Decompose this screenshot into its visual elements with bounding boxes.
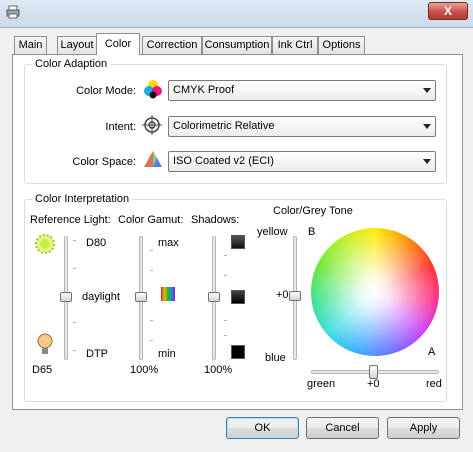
tick [224, 335, 227, 336]
d80-label: D80 [86, 237, 107, 249]
color-space-label: Color Space: [72, 156, 136, 168]
color-mode-label: Color Mode: [76, 85, 136, 97]
a-axis-label: A [428, 346, 436, 358]
grey-tone-label: Color/Grey Tone [273, 205, 353, 217]
yellow-blue-slider-thumb[interactable] [289, 291, 301, 301]
shadow-light-icon [231, 235, 245, 249]
gamut-icon [161, 287, 175, 301]
close-button[interactable]: X [428, 2, 468, 20]
shadows-slider-thumb[interactable] [208, 292, 220, 302]
color-interpretation-title: Color Interpretation [32, 193, 133, 205]
color-space-select[interactable]: ISO Coated v2 (ECI) [168, 151, 436, 172]
tick [73, 240, 76, 241]
ok-button[interactable]: OK [226, 417, 299, 439]
tab-correction[interactable]: Correction [142, 36, 202, 54]
shadows-value: 100% [204, 364, 233, 376]
chevron-down-icon [423, 159, 431, 164]
shadow-dark-icon [231, 345, 245, 359]
gamut-max-label: max [158, 237, 179, 249]
tick [73, 350, 76, 351]
light-bulb-icon [37, 333, 53, 354]
tick [150, 250, 153, 251]
color-space-value: ISO Coated v2 (ECI) [173, 155, 274, 167]
tick [73, 268, 76, 269]
intent-select[interactable]: Colorimetric Relative [168, 116, 436, 137]
tab-main[interactable]: Main [14, 36, 47, 54]
printer-icon [6, 5, 20, 19]
green-label: green [307, 378, 336, 390]
tick [150, 340, 153, 341]
tab-options[interactable]: Options [318, 36, 365, 54]
chevron-down-icon [423, 124, 431, 129]
shadow-mid-icon [231, 290, 245, 304]
shadows-label: Shadows: [191, 214, 240, 226]
color-space-icon [144, 151, 162, 167]
target-icon [142, 115, 162, 135]
red-label: red [426, 378, 442, 390]
tick [224, 275, 227, 276]
tick [224, 320, 227, 321]
reference-light-label: Reference Light: [30, 214, 111, 226]
color-gamut-label: Color Gamut: [118, 214, 184, 226]
yellow-label: yellow [257, 226, 288, 238]
color-adaption-title: Color Adaption [32, 58, 111, 70]
reference-light-slider-thumb[interactable] [60, 292, 72, 302]
color-mode-value: CMYK Proof [173, 84, 235, 96]
cancel-button[interactable]: Cancel [306, 417, 379, 439]
chevron-down-icon [423, 88, 431, 93]
reference-light-value: D65 [32, 364, 53, 376]
blue-label: blue [265, 352, 286, 364]
dtp-label: DTP [86, 348, 108, 360]
b-axis-label: B [308, 226, 316, 238]
tab-consumption[interactable]: Consumption [202, 36, 272, 54]
color-wheel[interactable] [311, 228, 439, 356]
gamut-min-label: min [158, 348, 176, 360]
color-mode-select[interactable]: CMYK Proof [168, 80, 436, 101]
vertical-zero-label: +0 [276, 289, 289, 301]
tab-color[interactable]: Color [96, 33, 140, 55]
tab-ink-ctrl[interactable]: Ink Ctrl [272, 36, 318, 54]
tick [73, 322, 76, 323]
tick [150, 270, 153, 271]
tick [150, 320, 153, 321]
tick [224, 255, 227, 256]
intent-label: Intent: [105, 121, 136, 133]
daylight-label: daylight [82, 291, 120, 303]
tab-layout[interactable]: Layout [57, 36, 97, 54]
sun-bulb-icon [35, 234, 55, 254]
cmyk-icon [144, 80, 162, 99]
intent-value: Colorimetric Relative [173, 120, 275, 132]
green-red-slider-thumb[interactable] [369, 365, 378, 379]
apply-button[interactable]: Apply [387, 417, 460, 439]
title-bar [0, 0, 473, 28]
color-gamut-slider-thumb[interactable] [135, 292, 147, 302]
gamut-value: 100% [130, 364, 159, 376]
horizontal-zero-label: +0 [367, 378, 380, 390]
